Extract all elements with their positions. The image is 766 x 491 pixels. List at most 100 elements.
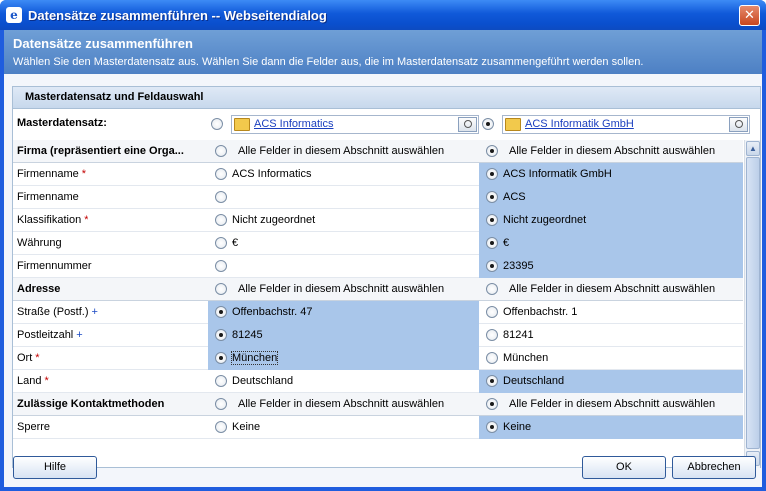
select-all-label: Alle Felder in diesem Abschnitt auswähle… — [238, 398, 445, 410]
master-left-lookup[interactable]: ACS Informatics — [231, 115, 479, 134]
right-radio[interactable] — [486, 260, 498, 272]
field-label: Firmenname — [17, 191, 79, 203]
field-label: Postleitzahl + — [17, 329, 83, 341]
left-value-cell[interactable]: 81245 — [208, 324, 479, 347]
right-value-cell[interactable]: 81241 — [479, 324, 743, 347]
right-value-cell[interactable]: Alle Felder in diesem Abschnitt auswähle… — [479, 278, 743, 301]
master-record-label: Masterdatensatz: — [17, 117, 107, 129]
left-radio[interactable] — [215, 168, 227, 180]
right-radio[interactable] — [486, 421, 498, 433]
title-bar: e Datensätze zusammenführen -- Webseiten… — [0, 0, 766, 30]
cancel-button[interactable]: Abbrechen — [672, 456, 756, 479]
right-radio[interactable] — [486, 237, 498, 249]
section-label: Adresse — [17, 283, 203, 295]
right-value-cell[interactable]: ACS Informatik GmbH — [479, 163, 743, 186]
left-value-cell[interactable]: Alle Felder in diesem Abschnitt auswähle… — [208, 393, 479, 416]
scroll-thumb[interactable] — [746, 157, 760, 449]
left-radio[interactable] — [215, 214, 227, 226]
right-value-cell[interactable]: Alle Felder in diesem Abschnitt auswähle… — [479, 140, 743, 163]
section-row: Adresse Alle Felder in diesem Abschnitt a… — [13, 278, 743, 301]
left-value-cell[interactable] — [208, 255, 479, 278]
right-value-cell[interactable]: ACS — [479, 186, 743, 209]
window-title: Datensätze zusammenführen -- Webseitendi… — [28, 8, 327, 23]
lookup-search-icon[interactable] — [729, 117, 748, 132]
right-value-cell[interactable]: München — [479, 347, 743, 370]
select-all-label: Alle Felder in diesem Abschnitt auswähle… — [509, 283, 716, 295]
left-value-cell[interactable]: Deutschland — [208, 370, 479, 393]
required-mark: * — [35, 352, 40, 364]
field-row: Klassifikation * Nicht zugeordnet Nicht zug… — [13, 209, 743, 232]
right-radio[interactable] — [486, 214, 498, 226]
right-radio[interactable] — [486, 145, 498, 157]
left-value-cell[interactable]: Alle Felder in diesem Abschnitt auswähle… — [208, 140, 479, 163]
left-radio[interactable] — [215, 237, 227, 249]
merge-card: Masterdatensatz und Feldauswahl Masterda… — [12, 86, 761, 468]
right-radio[interactable] — [486, 352, 498, 364]
left-radio[interactable] — [215, 398, 227, 410]
left-value-cell[interactable]: Nicht zugeordnet — [208, 209, 479, 232]
left-value-cell[interactable]: ACS Informatics — [208, 163, 479, 186]
master-left-link[interactable]: ACS Informatics — [254, 118, 333, 130]
field-row: Firmenname * ACS Informatics ACS Informatik… — [13, 163, 743, 186]
left-value-cell[interactable]: Alle Felder in diesem Abschnitt auswähle… — [208, 278, 479, 301]
left-radio[interactable] — [215, 145, 227, 157]
right-radio[interactable] — [486, 191, 498, 203]
field-label: Firmenname * — [17, 168, 86, 180]
ok-button[interactable]: OK — [582, 456, 666, 479]
label-text: Klassifikation — [17, 214, 82, 226]
scroll-up-icon[interactable]: ▲ — [746, 141, 760, 156]
required-mark: * — [84, 214, 89, 226]
left-value-cell[interactable]: Offenbachstr. 47 — [208, 301, 479, 324]
field-label: Sperre — [17, 421, 50, 433]
left-radio[interactable] — [215, 375, 227, 387]
right-radio[interactable] — [486, 398, 498, 410]
required-mark: * — [44, 375, 49, 387]
master-right-radio[interactable] — [482, 118, 494, 130]
recommended-mark: + — [91, 306, 98, 318]
label-text: Zulässige Kontaktmethoden — [17, 398, 165, 410]
right-radio[interactable] — [486, 168, 498, 180]
left-value: München — [230, 351, 279, 365]
right-value-cell[interactable]: Alle Felder in diesem Abschnitt auswähle… — [479, 393, 743, 416]
select-all-label: Alle Felder in diesem Abschnitt auswähle… — [509, 398, 716, 410]
field-row: Ort * München München — [13, 347, 743, 370]
field-label: Ort * — [17, 352, 40, 364]
left-radio[interactable] — [215, 283, 227, 295]
master-record-row: Masterdatensatz: ACS Informatics ACS Inf… — [13, 109, 760, 139]
close-button[interactable]: ✕ — [739, 5, 760, 26]
select-all-label: Alle Felder in diesem Abschnitt auswähle… — [238, 145, 445, 157]
left-radio[interactable] — [215, 191, 227, 203]
right-radio[interactable] — [486, 329, 498, 341]
left-value-cell[interactable]: München — [208, 347, 479, 370]
vertical-scrollbar[interactable]: ▲ ▼ — [744, 140, 760, 468]
left-value-cell[interactable] — [208, 186, 479, 209]
left-value-cell[interactable]: € — [208, 232, 479, 255]
left-radio[interactable] — [215, 306, 227, 318]
left-radio[interactable] — [215, 329, 227, 341]
right-radio[interactable] — [486, 283, 498, 295]
right-value-cell[interactable]: Deutschland — [479, 370, 743, 393]
right-value: München — [503, 352, 549, 364]
lookup-search-icon[interactable] — [458, 117, 477, 132]
dialog-client-area: Datensätze zusammenführen Wählen Sie den… — [4, 30, 762, 487]
right-value-cell[interactable]: € — [479, 232, 743, 255]
right-radio[interactable] — [486, 306, 498, 318]
right-value-cell[interactable]: 23395 — [479, 255, 743, 278]
right-value: 23395 — [503, 260, 534, 272]
right-value: Keine — [503, 421, 532, 433]
left-radio[interactable] — [215, 421, 227, 433]
right-value: 81241 — [503, 329, 534, 341]
left-radio[interactable] — [215, 352, 227, 364]
section-row: Firma (repräsentiert eine Orga... Alle Fe… — [13, 140, 743, 163]
left-value-cell[interactable]: Keine — [208, 416, 479, 439]
right-radio[interactable] — [486, 375, 498, 387]
master-right-link[interactable]: ACS Informatik GmbH — [525, 118, 634, 130]
left-radio[interactable] — [215, 260, 227, 272]
master-right-lookup[interactable]: ACS Informatik GmbH — [502, 115, 750, 134]
right-value: Deutschland — [503, 375, 565, 387]
right-value-cell[interactable]: Keine — [479, 416, 743, 439]
help-button[interactable]: Hilfe — [13, 456, 97, 479]
right-value-cell[interactable]: Offenbachstr. 1 — [479, 301, 743, 324]
master-left-radio[interactable] — [211, 118, 223, 130]
right-value-cell[interactable]: Nicht zugeordnet — [479, 209, 743, 232]
